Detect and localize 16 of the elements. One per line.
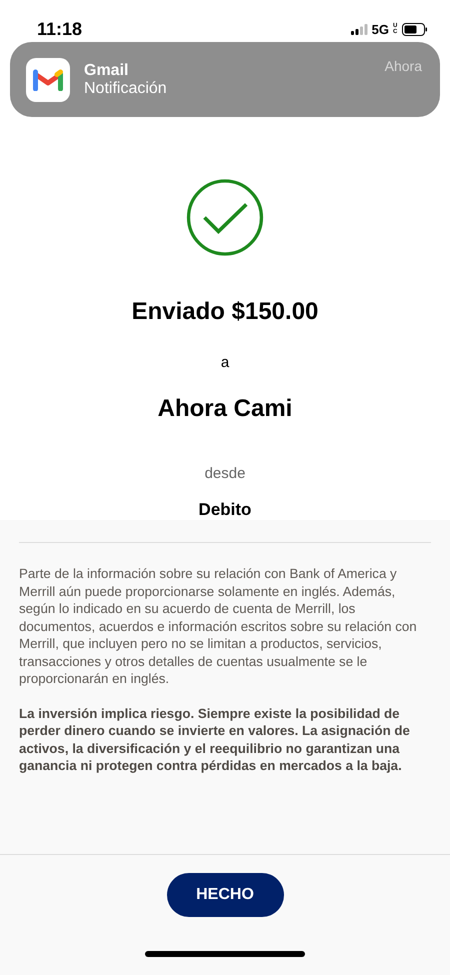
status-time: 11:18 [37,18,82,40]
amount-title: Enviado $150.00 [132,298,318,326]
mail-app-icon [26,58,70,102]
notification-time: Ahora [384,58,422,74]
from-label: desde [204,465,246,482]
recipient-name: Ahora Cami [158,395,292,423]
account-name: Debito [198,500,252,520]
signal-icon [350,24,368,34]
notification-app-name: Gmail [84,62,130,80]
network-label: 5G [372,22,389,36]
battery-icon [402,22,428,36]
notification-message: Notificación [84,80,168,98]
done-button[interactable]: HECHO [166,873,284,917]
connector-text: a [220,354,230,371]
disclosure-paragraph: La inversión implica riesgo. Siempre existe la posibilidad de perder dinero cuando se invierte en valores. La asignación de activos, la diversificación y el reequilibrio no garantizan una ganancia ni protegen contra pérdidas en mercados a la baja. [19,704,411,774]
disclosure-paragraph: Parte de la información sobre su relación con Bank of America y Merrill aún puede proporcionarse solamente en inglés. Además, según lo indicado en su acuerdo de cuenta de Merrill, los documentos, acuerdos e información escritos sobre su relación con Merrill, que incluyen pero no se limitan a productos, servicios, transacciones y otros detalles de cuentas usualmente se le proporcionarán en inglés. [19,565,418,688]
